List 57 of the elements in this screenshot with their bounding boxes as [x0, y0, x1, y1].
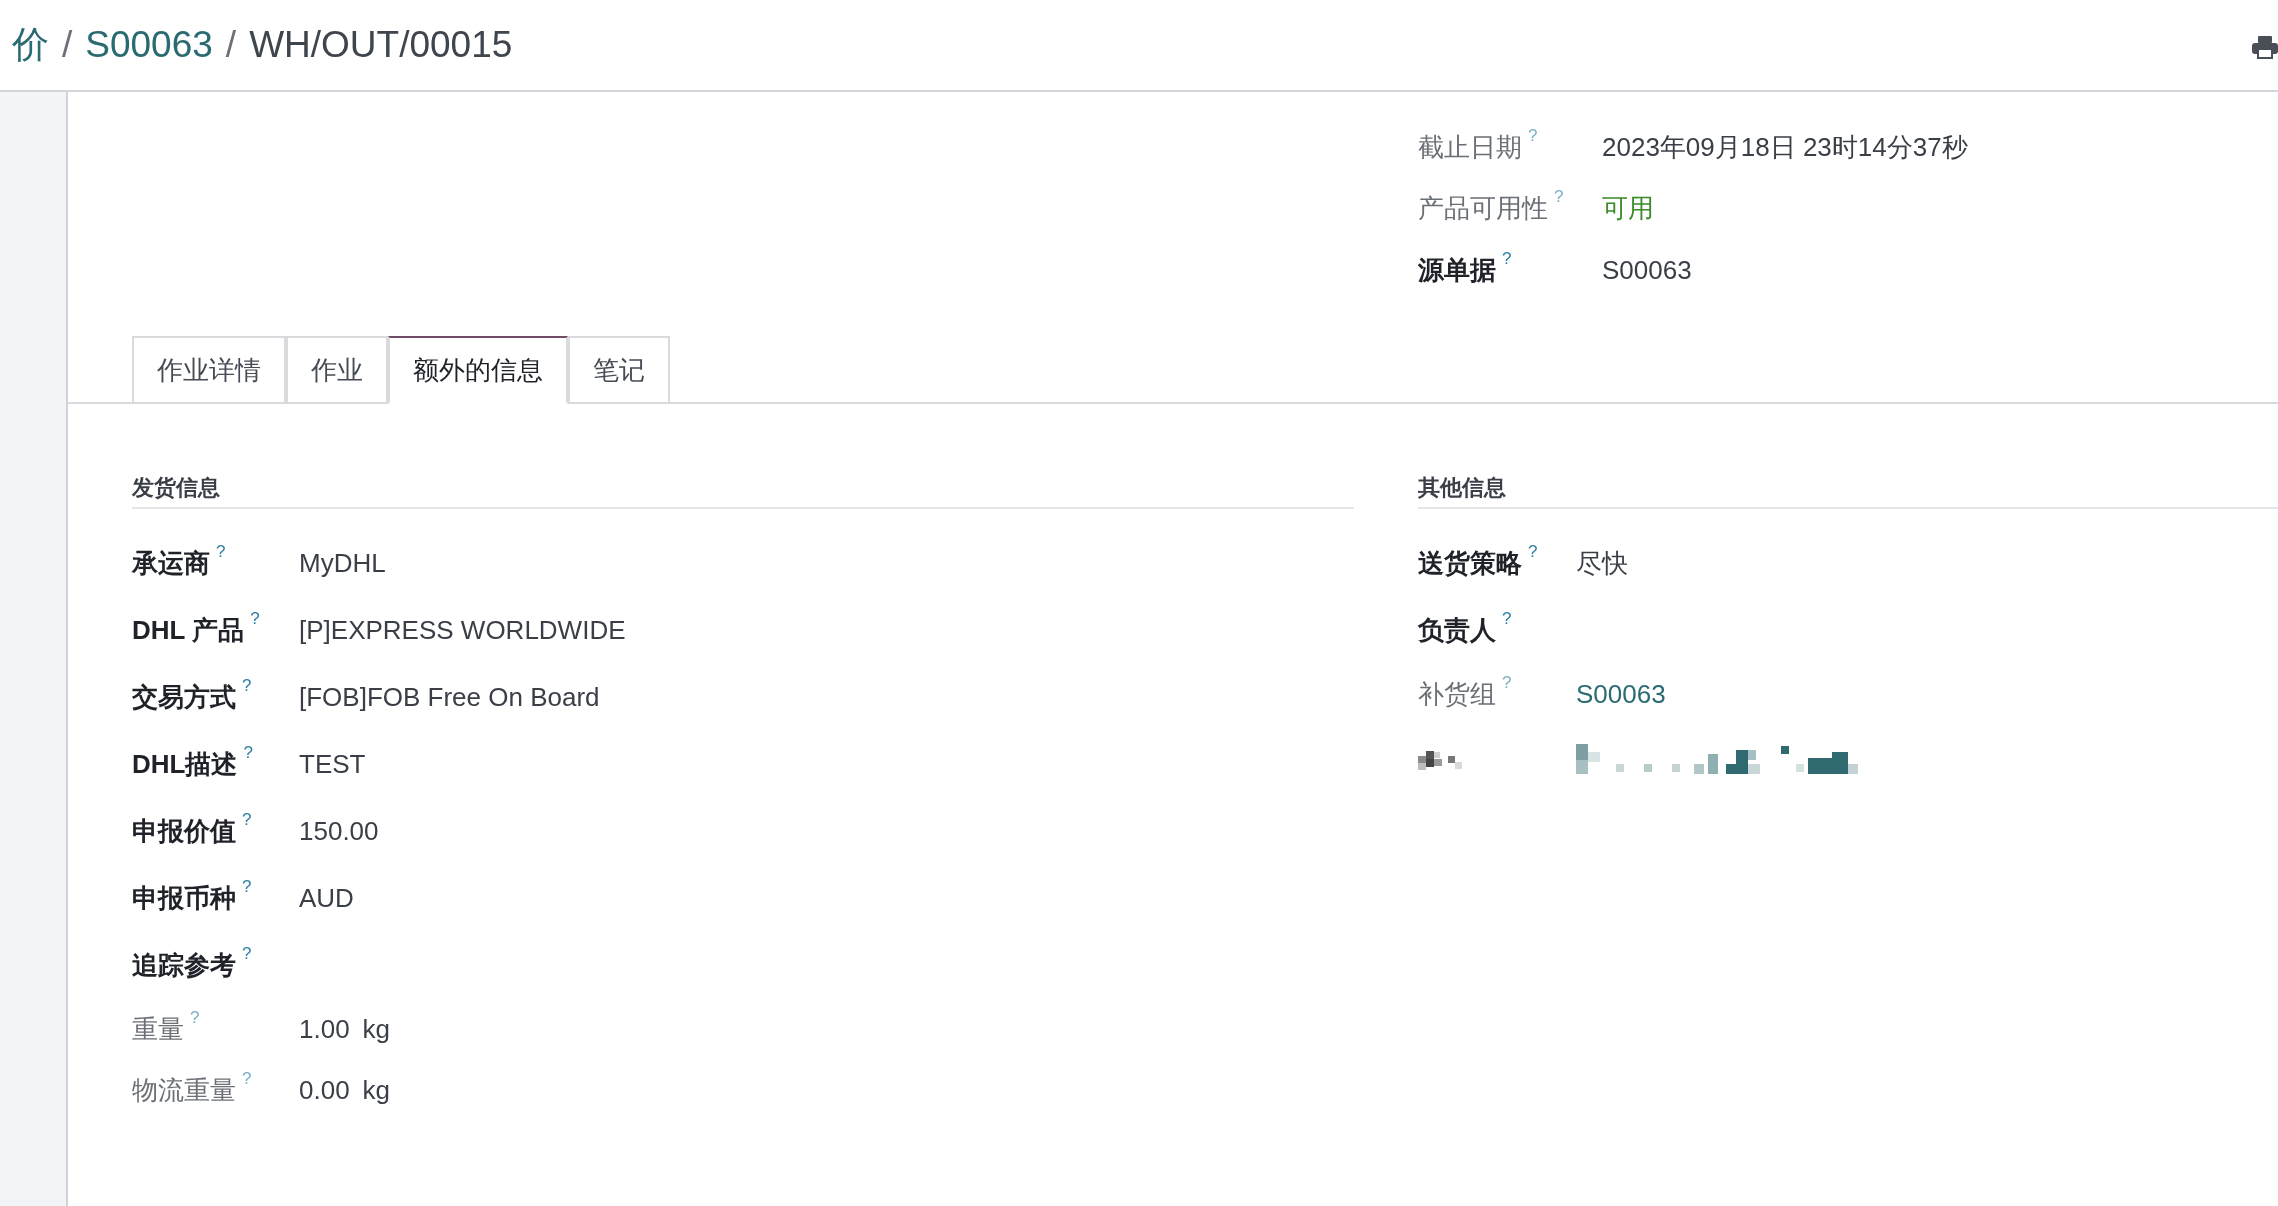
- field-value: S00063: [1602, 254, 1692, 286]
- field-value: 1.00: [299, 1014, 350, 1045]
- breadcrumb-link[interactable]: S00063: [85, 24, 213, 66]
- breadcrumb-separator: /: [225, 24, 237, 66]
- help-tooltip[interactable]: ?: [242, 945, 252, 962]
- unit-label: kg: [362, 1075, 391, 1106]
- help-tooltip[interactable]: ?: [242, 878, 252, 895]
- field-value: 2023年09月18日 23时14分37秒: [1602, 131, 1968, 164]
- help-tooltip[interactable]: ?: [242, 1070, 252, 1087]
- field-label: DHL 产品: [132, 614, 245, 647]
- help-tooltip[interactable]: ?: [190, 1009, 200, 1026]
- field-label: 承运商: [132, 547, 210, 580]
- help-tooltip[interactable]: ?: [1502, 249, 1512, 267]
- field-label: DHL描述: [132, 748, 238, 781]
- help-tooltip[interactable]: ?: [242, 811, 252, 828]
- help-tooltip[interactable]: ?: [216, 543, 226, 560]
- print-icon[interactable]: [2252, 35, 2278, 59]
- field-value: TEST: [299, 749, 366, 780]
- field-label: 源单据: [1418, 253, 1496, 287]
- field-label: 补货组: [1418, 678, 1496, 711]
- tab[interactable]: 笔记: [568, 336, 670, 404]
- unit-label: kg: [362, 1014, 391, 1045]
- section-title: 发货信息: [132, 475, 220, 500]
- field-label: 负责人: [1418, 614, 1496, 647]
- field-label: 产品可用性: [1418, 192, 1548, 225]
- field-value: 尽快: [1576, 547, 1628, 580]
- field-value: [FOB]FOB Free On Board: [299, 682, 600, 713]
- field-value: AUD: [299, 883, 354, 914]
- field-label: 追踪参考: [132, 949, 236, 982]
- field-label: 申报币种: [132, 882, 236, 915]
- help-tooltip[interactable]: ?: [1528, 127, 1538, 144]
- section-title: 其他信息: [1418, 475, 1506, 500]
- field-label: 截止日期: [1418, 131, 1522, 164]
- field-label: 交易方式: [132, 681, 236, 714]
- help-tooltip[interactable]: ?: [243, 744, 253, 761]
- field-label: 物流重量: [132, 1074, 236, 1107]
- breadcrumb-separator: /: [62, 24, 73, 66]
- help-tooltip[interactable]: ?: [1528, 543, 1538, 560]
- field-value: 150.00: [299, 816, 379, 847]
- help-tooltip[interactable]: ?: [250, 610, 260, 627]
- help-tooltip[interactable]: ?: [1554, 188, 1564, 205]
- help-tooltip[interactable]: ?: [1502, 674, 1512, 691]
- tab[interactable]: 作业: [286, 336, 388, 404]
- breadcrumb-link[interactable]: 价: [12, 20, 49, 70]
- breadcrumb-current: WH/OUT/00015: [249, 24, 513, 66]
- field-label: 申报价值: [132, 815, 236, 848]
- field-label: 送货策略: [1418, 547, 1522, 580]
- status-text: 可用: [1602, 192, 1654, 225]
- tab[interactable]: 额外的信息: [388, 336, 568, 404]
- field-value: MyDHL: [299, 548, 386, 579]
- field-label: 重量: [132, 1013, 184, 1046]
- field-value: 0.00: [299, 1075, 350, 1106]
- field-link[interactable]: S00063: [1576, 679, 1666, 710]
- help-tooltip[interactable]: ?: [1502, 610, 1512, 627]
- help-tooltip[interactable]: ?: [242, 677, 252, 694]
- tab[interactable]: 作业详情: [132, 336, 286, 404]
- field-value: [P]EXPRESS WORLDWIDE: [299, 615, 626, 646]
